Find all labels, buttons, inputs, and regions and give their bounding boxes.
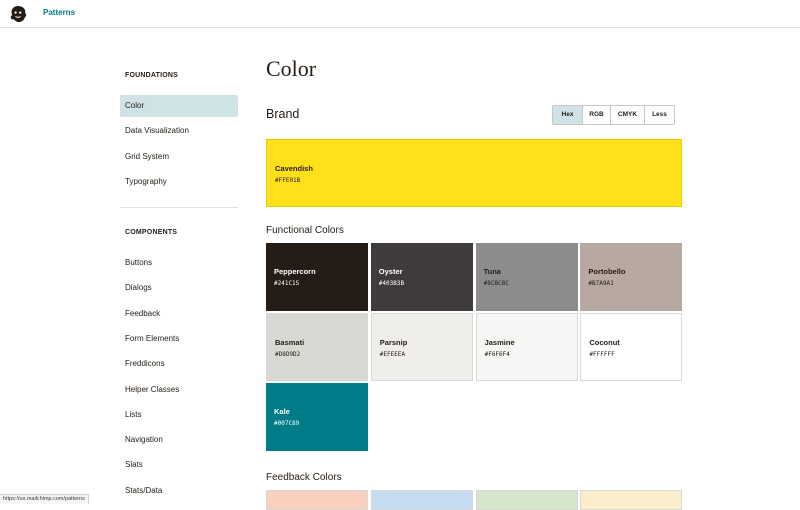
sidebar-item-slats[interactable]: Slats xyxy=(120,454,238,476)
swatch-tuna[interactable]: Tuna #8C8C8C xyxy=(475,243,578,311)
feedback-colors-heading: Feedback Colors xyxy=(266,472,342,483)
swatch-hex: #FFE01B xyxy=(275,177,301,184)
swatch-portobello[interactable]: Portobello #B7A9A1 xyxy=(580,243,683,311)
swatch-hex: #FFFFFF xyxy=(589,351,615,358)
functional-colors-heading: Functional Colors xyxy=(266,225,344,236)
sidebar-item-dialogs[interactable]: Dialogs xyxy=(120,277,238,299)
top-bar: Patterns xyxy=(0,0,800,28)
sidebar-item-helper-classes[interactable]: Helper Classes xyxy=(120,379,238,401)
sidebar-item-data-visualization[interactable]: Data Visualization xyxy=(120,120,238,142)
swatch-coconut[interactable]: Coconut #FFFFFF xyxy=(580,313,683,381)
sidebar-item-buttons[interactable]: Buttons xyxy=(120,252,238,274)
feedback-swatch[interactable] xyxy=(370,490,473,510)
swatch-jasmine[interactable]: Jasmine #F6F6F4 xyxy=(475,313,578,381)
swatch-hex: #241C15 xyxy=(274,280,300,287)
sidebar-item-navigation[interactable]: Navigation xyxy=(120,429,238,451)
format-rgb-button[interactable]: RGB xyxy=(583,106,611,124)
sidebar-item-lists[interactable]: Lists xyxy=(120,404,238,426)
sidebar-heading-components: COMPONENTS xyxy=(125,229,178,236)
brand-swatch-cavendish[interactable]: Cavendish #FFE01B xyxy=(266,139,682,207)
sidebar-heading-foundations: FOUNDATIONS xyxy=(125,72,179,79)
sidebar-item-form-elements[interactable]: Form Elements xyxy=(120,328,238,350)
swatch-name: Portobello xyxy=(588,267,626,276)
swatch-hex: #8C8C8C xyxy=(483,280,509,287)
swatch-name: Parsnip xyxy=(379,338,408,347)
page-title: Color xyxy=(266,56,317,81)
sidebar-item-stats-data[interactable]: Stats/Data xyxy=(120,480,238,502)
swatch-name: Oyster xyxy=(378,267,403,276)
swatch-name: Coconut xyxy=(589,338,620,347)
sidebar-item-color[interactable]: Color xyxy=(120,95,238,117)
swatch-hex: #EFEEEA xyxy=(379,351,406,358)
swatch-name: Kale xyxy=(274,407,290,416)
swatch-kale[interactable]: Kale #007C89 xyxy=(266,383,368,451)
swatch-hex: #403B3B xyxy=(378,280,405,287)
swatch-name: Tuna xyxy=(483,267,501,276)
format-hex-button[interactable]: Hex xyxy=(553,106,583,124)
swatch-name: Cavendish xyxy=(275,164,313,173)
swatch-hex: #B7A9A1 xyxy=(588,280,614,287)
sidebar-item-grid-system[interactable]: Grid System xyxy=(120,146,238,168)
sidebar-item-feedback[interactable]: Feedback xyxy=(120,303,238,325)
freddie-logo-icon[interactable] xyxy=(8,4,28,24)
brand-heading: Brand xyxy=(266,107,300,121)
swatch-hex: #F6F6F4 xyxy=(484,351,510,358)
feedback-swatch[interactable] xyxy=(266,490,368,510)
format-cmyk-button[interactable]: CMYK xyxy=(611,106,645,124)
sidebar-divider xyxy=(120,207,238,208)
status-bar-url: https://ux.mailchimp.com/patterns xyxy=(0,494,89,504)
swatch-peppercorn[interactable]: Peppercorn #241C15 xyxy=(266,243,368,311)
swatch-parsnip[interactable]: Parsnip #EFEEEA xyxy=(370,313,473,381)
sidebar-item-typography[interactable]: Typography xyxy=(120,171,238,193)
swatch-name: Basmati xyxy=(275,338,305,347)
feedback-swatch[interactable] xyxy=(580,490,683,510)
format-less-button[interactable]: Less xyxy=(645,106,674,124)
patterns-nav-link[interactable]: Patterns xyxy=(43,8,75,17)
swatch-hex: #007C89 xyxy=(274,420,300,427)
color-format-toggle: Hex RGB CMYK Less xyxy=(552,105,675,125)
swatch-hex: #D8D9D2 xyxy=(275,351,301,358)
swatch-basmati[interactable]: Basmati #D8D9D2 xyxy=(266,313,368,381)
feedback-swatch[interactable] xyxy=(475,490,578,510)
sidebar-item-freddicons[interactable]: Freddicons xyxy=(120,353,238,375)
swatch-oyster[interactable]: Oyster #403B3B xyxy=(370,243,473,311)
swatch-name: Jasmine xyxy=(484,338,515,347)
swatch-name: Peppercorn xyxy=(274,267,316,276)
